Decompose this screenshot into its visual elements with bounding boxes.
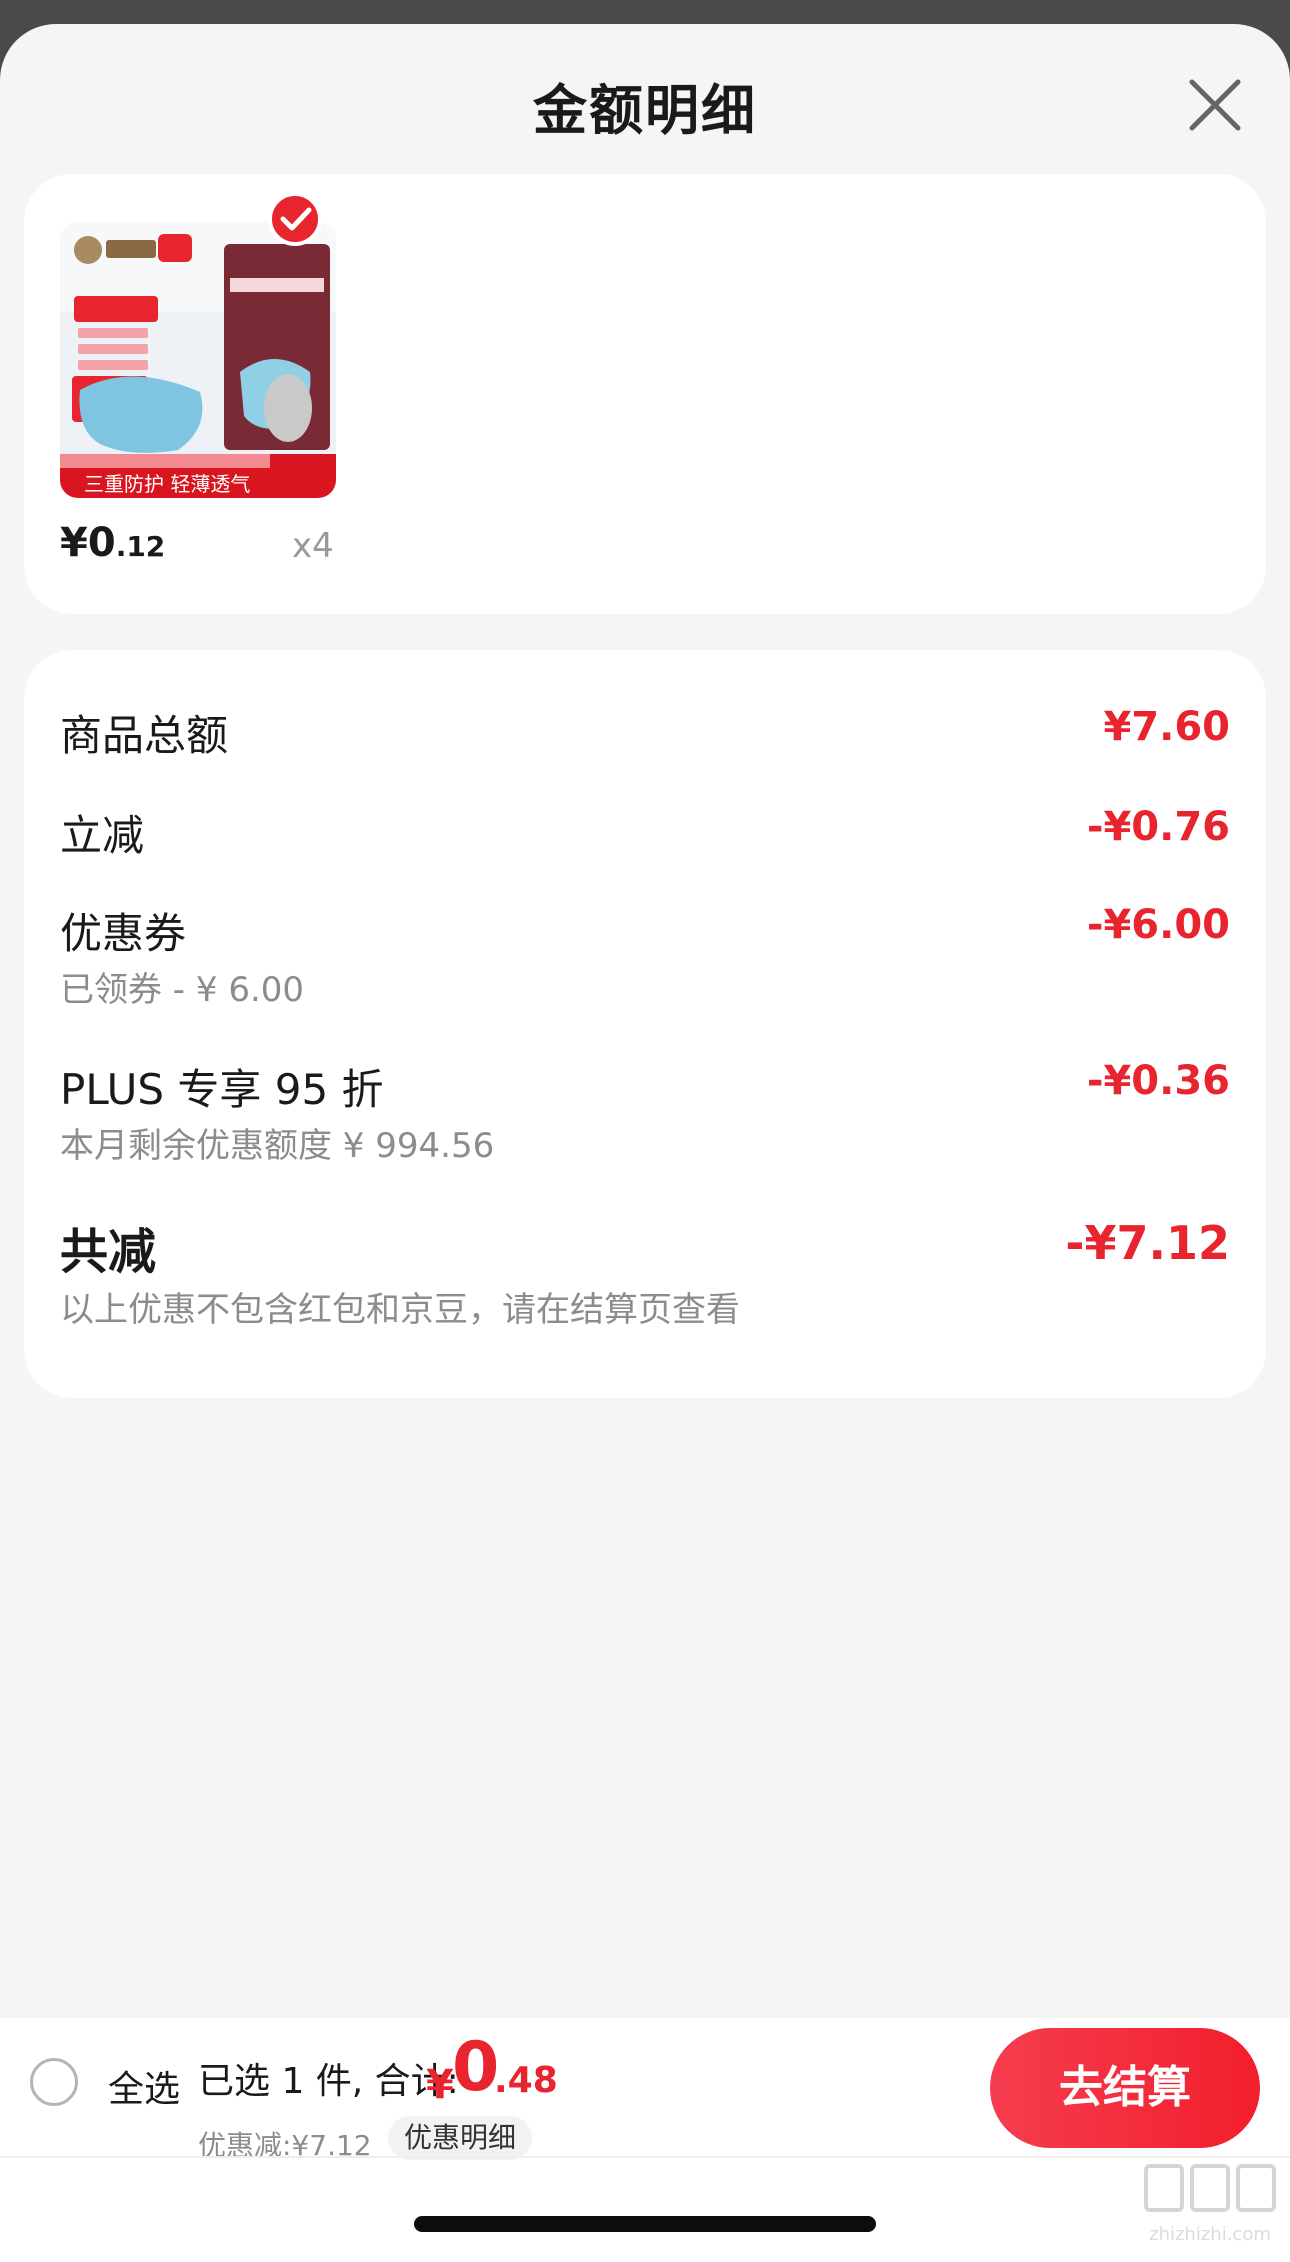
watermark-logo-icon [1144,2164,1276,2212]
goods-total-value: ¥7.60 [1103,704,1230,750]
goods-total-label: 商品总额 [60,711,229,760]
plus-label: PLUS 专享 95 折 [60,1065,384,1114]
close-button[interactable] [1180,70,1250,140]
total-integer: 0 [452,2028,500,2107]
price-currency: ¥ [60,520,88,566]
close-icon [1189,79,1241,131]
coupon-value: -¥6.00 [1086,902,1230,948]
discount-summary: 优惠减:¥7.12 [198,2129,372,2162]
total-currency: ¥ [426,2062,454,2108]
checkout-button[interactable]: 去结算 [990,2028,1260,2148]
bar-divider [0,2156,1290,2158]
coupon-sub: 已领券 - ¥ 6.00 [60,970,305,1010]
price-decimal: .12 [115,530,166,563]
page-title: 金额明细 [533,79,757,142]
product-price: ¥0.12 [60,520,165,566]
discount-detail-button[interactable]: 优惠明细 [388,2116,533,2160]
amount-detail-card: 商品总额 ¥7.60 立减 -¥0.76 优惠券 -¥6.00 已领券 - ¥ … [24,650,1266,1398]
watermark-text: zhizhizhi.com [1149,2224,1271,2245]
checkmark-icon [280,207,312,231]
plus-sub: 本月剩余优惠额度 ¥ 994.56 [60,1126,495,1166]
sheet-header: 金额明细 [0,24,1290,174]
instant-discount-value: -¥0.76 [1086,804,1230,850]
coupon-label: 优惠券 [60,909,187,958]
product-image[interactable]: 三重防护 轻薄透气 [60,222,336,498]
product-mask-image [60,222,336,498]
select-all-radio[interactable] [30,2058,78,2106]
total-decimal: .48 [494,2060,558,2101]
watermark: zhizhizhi.com [1140,2156,1280,2246]
product-card: 三重防护 轻薄透气 ¥0.12 x4 [24,174,1266,614]
product-quantity: x4 [292,526,334,566]
product-banner-text: 三重防护 轻薄透气 [84,472,251,496]
selected-badge[interactable] [268,192,322,246]
total-reduction-note: 以上优惠不包含红包和京豆，请在结算页查看 [60,1290,740,1330]
plus-value: -¥0.36 [1086,1058,1230,1104]
total-reduction-label: 共减 [60,1224,157,1280]
selected-summary: 已选 1 件, 合计: [198,2061,459,2102]
home-indicator[interactable] [414,2216,876,2232]
price-integer: 0 [87,520,116,566]
total-reduction-value: -¥7.12 [1065,1216,1230,1270]
amount-detail-sheet: 金额明细 三重防护 轻薄透气 ¥0.12 x4 商品总额 ¥7.60 立减 -¥… [0,24,1290,2262]
instant-discount-label: 立减 [60,811,145,860]
select-all-label[interactable]: 全选 [108,2060,180,2112]
